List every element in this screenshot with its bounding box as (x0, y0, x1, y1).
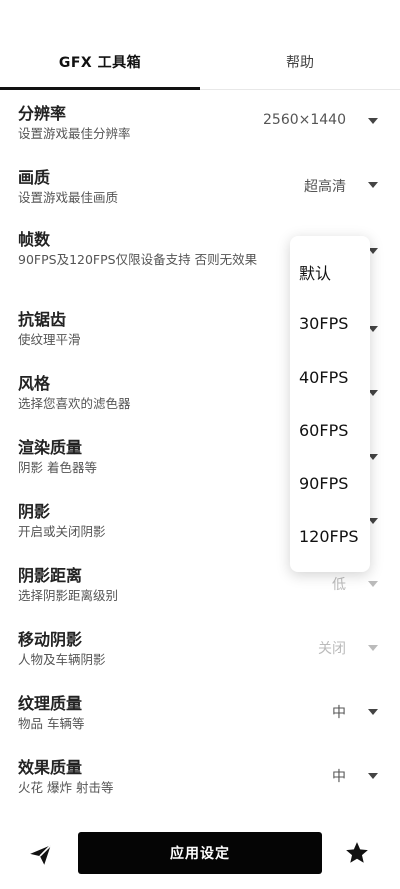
chevron-down-icon[interactable] (368, 581, 378, 587)
setting-texture-quality[interactable]: 纹理质量 物品 车辆等 中 (0, 684, 400, 748)
dropdown-option[interactable]: 120FPS (299, 527, 359, 546)
chevron-down-icon[interactable] (368, 118, 378, 124)
setting-quality[interactable]: 画质 设置游戏最佳画质 超高清 (0, 154, 400, 218)
dropdown-option[interactable]: 30FPS (299, 314, 348, 333)
setting-title: 分辨率 (18, 104, 67, 123)
star-icon[interactable] (344, 840, 370, 866)
dropdown-option[interactable]: 40FPS (299, 368, 348, 387)
setting-subtitle: 人物及车辆阴影 (18, 652, 106, 667)
setting-title: 风格 (18, 374, 51, 393)
tab-help[interactable]: 帮助 (200, 0, 400, 90)
dropdown-option[interactable]: 60FPS (299, 421, 348, 440)
bottom-bar: 应用设定 (0, 820, 400, 889)
setting-title: 纹理质量 (18, 694, 83, 713)
setting-title: 抗锯齿 (18, 310, 67, 329)
setting-title: 画质 (18, 168, 51, 187)
setting-title: 帧数 (18, 230, 51, 249)
setting-subtitle: 使纹理平滑 (18, 332, 81, 347)
dropdown-option[interactable]: 90FPS (299, 474, 348, 493)
setting-value: 中 (332, 705, 346, 721)
setting-title: 效果质量 (18, 758, 83, 777)
chevron-down-icon[interactable] (368, 645, 378, 651)
chevron-down-icon[interactable] (368, 709, 378, 715)
setting-subtitle: 设置游戏最佳分辨率 (18, 126, 131, 141)
setting-moving-shadow[interactable]: 移动阴影 人物及车辆阴影 关闭 (0, 620, 400, 684)
setting-value: 关闭 (318, 641, 346, 657)
setting-title: 渲染质量 (18, 438, 83, 457)
tab-gfx-toolbox[interactable]: GFX 工具箱 (0, 0, 200, 90)
setting-subtitle: 物品 车辆等 (18, 716, 85, 731)
setting-title: 移动阴影 (18, 630, 83, 649)
setting-subtitle: 设置游戏最佳画质 (18, 190, 119, 205)
setting-value: 超高清 (304, 179, 346, 195)
setting-title: 阴影距离 (18, 566, 83, 585)
setting-subtitle: 阴影 着色器等 (18, 460, 97, 475)
fps-dropdown-menu: 默认 30FPS 40FPS 60FPS 90FPS 120FPS (290, 236, 370, 572)
setting-subtitle: 选择您喜欢的滤色器 (18, 396, 131, 411)
chevron-down-icon[interactable] (368, 773, 378, 779)
setting-resolution[interactable]: 分辨率 设置游戏最佳分辨率 2560×1440 (0, 90, 400, 154)
setting-effect-quality[interactable]: 效果质量 火花 爆炸 射击等 中 (0, 748, 400, 812)
tab-bar: GFX 工具箱 帮助 (0, 0, 400, 90)
setting-value: 低 (332, 577, 346, 593)
setting-title: 阴影 (18, 502, 51, 521)
setting-subtitle: 选择阴影距离级别 (18, 588, 119, 603)
dropdown-option[interactable]: 默认 (299, 260, 331, 284)
send-icon[interactable] (28, 842, 54, 868)
apply-settings-button[interactable]: 应用设定 (78, 832, 322, 874)
setting-subtitle: 开启或关闭阴影 (18, 524, 106, 539)
chevron-down-icon[interactable] (368, 182, 378, 188)
setting-value: 中 (332, 769, 346, 785)
setting-subtitle: 火花 爆炸 射击等 (18, 780, 114, 795)
setting-value: 2560×1440 (263, 112, 346, 128)
setting-subtitle: 90FPS及120FPS仅限设备支持 否则无效果 (18, 252, 258, 267)
